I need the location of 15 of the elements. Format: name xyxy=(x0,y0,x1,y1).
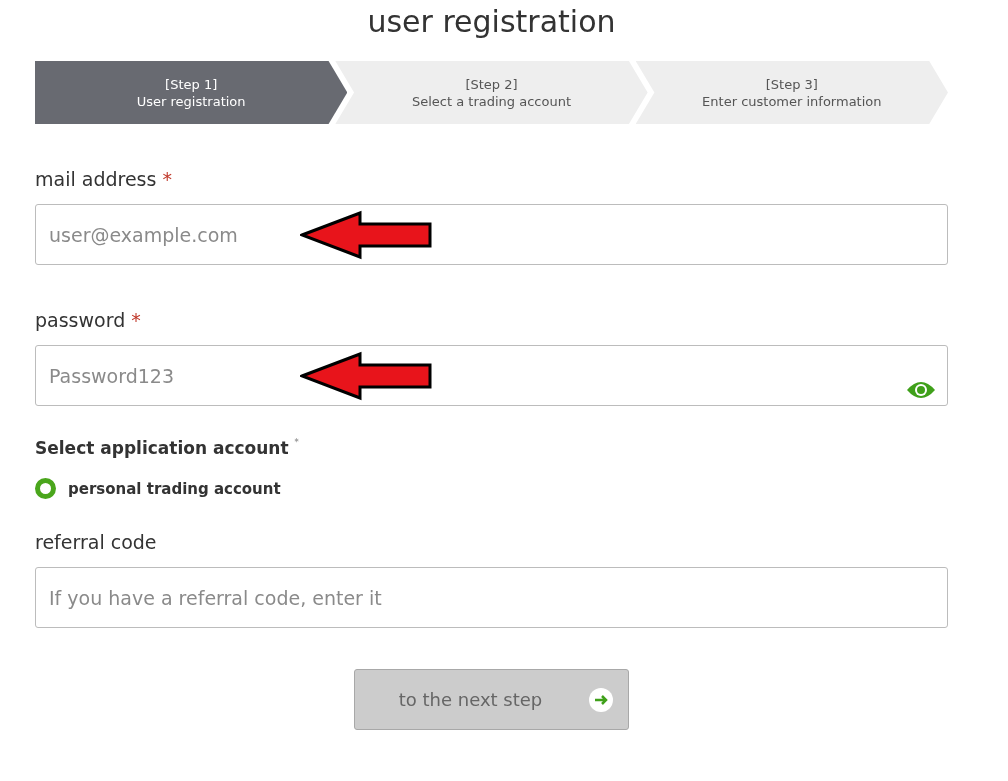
field-label: mail address xyxy=(35,168,157,190)
radio-button[interactable] xyxy=(35,478,56,499)
required-mark: * xyxy=(294,438,299,447)
input-field[interactable]: Password123 xyxy=(35,345,948,406)
field-label: referral code xyxy=(35,531,157,553)
field-label: password xyxy=(35,309,126,331)
eye-icon[interactable] xyxy=(906,380,936,400)
page-title: user registration xyxy=(366,4,617,41)
radio-label: personal trading account xyxy=(68,479,281,498)
input-field[interactable]: If you have a referral code, enter it xyxy=(35,567,948,628)
required-mark: * xyxy=(162,168,172,190)
arrow-right-icon xyxy=(588,686,615,713)
required-mark: * xyxy=(131,309,141,331)
input-field[interactable]: user@example.com xyxy=(35,204,948,265)
section-label: Select application account xyxy=(35,438,289,458)
